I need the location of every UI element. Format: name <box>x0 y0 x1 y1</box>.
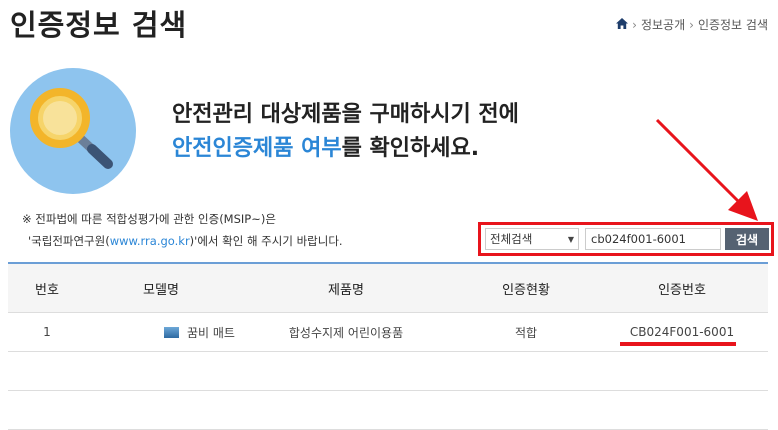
row-cert-number: CB024F001-6001 <box>629 325 735 339</box>
table-row[interactable]: 1 꿈비 매트 합성수지제 어린이용품 적합 CB024F001-6001 <box>8 313 768 352</box>
hero-line-1: 안전관리 대상제품을 구매하시기 전에 <box>172 102 519 127</box>
chevron-right-icon: › <box>632 17 637 32</box>
caret-down-icon: ▼ <box>567 234 574 244</box>
breadcrumb: › 정보공개 › 인증정보 검색 <box>616 16 768 33</box>
magnifier-icon <box>30 88 113 169</box>
search-input[interactable] <box>585 228 721 250</box>
table-row-empty <box>8 352 768 391</box>
row-model-label: 꿈비 매트 <box>187 325 235 340</box>
row-product: 합성수지제 어린이용품 <box>288 325 404 340</box>
search-type-select[interactable]: 전체검색 ▼ <box>485 228 579 250</box>
header-cert-number: 인증번호 <box>658 282 706 298</box>
table-header: 번호 모델명 제품명 인증현황 인증번호 <box>8 262 768 313</box>
rra-link[interactable]: www.rra.go.kr <box>110 234 190 248</box>
results-table: 번호 모델명 제품명 인증현황 인증번호 1 꿈비 매트 합성수지제 어린이용품… <box>8 262 768 430</box>
product-thumbnail <box>164 326 179 338</box>
row-model[interactable]: 꿈비 매트 <box>86 324 236 341</box>
row-status: 적합 <box>514 325 538 340</box>
notice-line-2: '국립전파연구원(www.rra.go.kr)'에서 확인 해 주시기 바랍니다… <box>22 230 343 252</box>
notice-line-1: ※ 전파법에 따른 적합성평가에 관한 인증(MSIP~)은 <box>22 212 276 226</box>
chevron-right-icon: › <box>689 17 694 32</box>
notice-line-2-post: )'에서 확인 해 주시기 바랍니다. <box>189 234 343 248</box>
header-number: 번호 <box>35 282 59 298</box>
hero-line-2-rest: 를 확인하세요. <box>341 136 480 161</box>
search-button[interactable]: 검색 <box>725 228 769 250</box>
hero-message: 안전관리 대상제품을 구매하시기 전에 안전인증제품 여부를 확인하세요. <box>172 98 519 166</box>
hero-line-2: 안전인증제품 여부를 확인하세요. <box>172 132 519 166</box>
row-number: 1 <box>43 325 51 339</box>
page-title: 인증정보 검색 <box>10 8 188 42</box>
breadcrumb-item-info[interactable]: 정보공개 <box>641 16 685 33</box>
home-icon[interactable] <box>616 17 629 32</box>
header-status: 인증현황 <box>502 282 550 298</box>
notice-line-2-pre: '국립전파연구원( <box>28 234 110 248</box>
hero-accent-text: 안전인증제품 여부 <box>172 136 342 161</box>
header-model: 모델명 <box>143 282 179 298</box>
breadcrumb-item-search[interactable]: 인증정보 검색 <box>698 16 768 33</box>
magnifier-illustration <box>10 68 136 194</box>
cert-number-highlight <box>620 342 736 346</box>
table-row-empty <box>8 391 768 430</box>
header-product: 제품명 <box>328 282 364 298</box>
notice-text: ※ 전파법에 따른 적합성평가에 관한 인증(MSIP~)은 '국립전파연구원(… <box>22 208 343 252</box>
search-type-value: 전체검색 <box>490 232 533 246</box>
